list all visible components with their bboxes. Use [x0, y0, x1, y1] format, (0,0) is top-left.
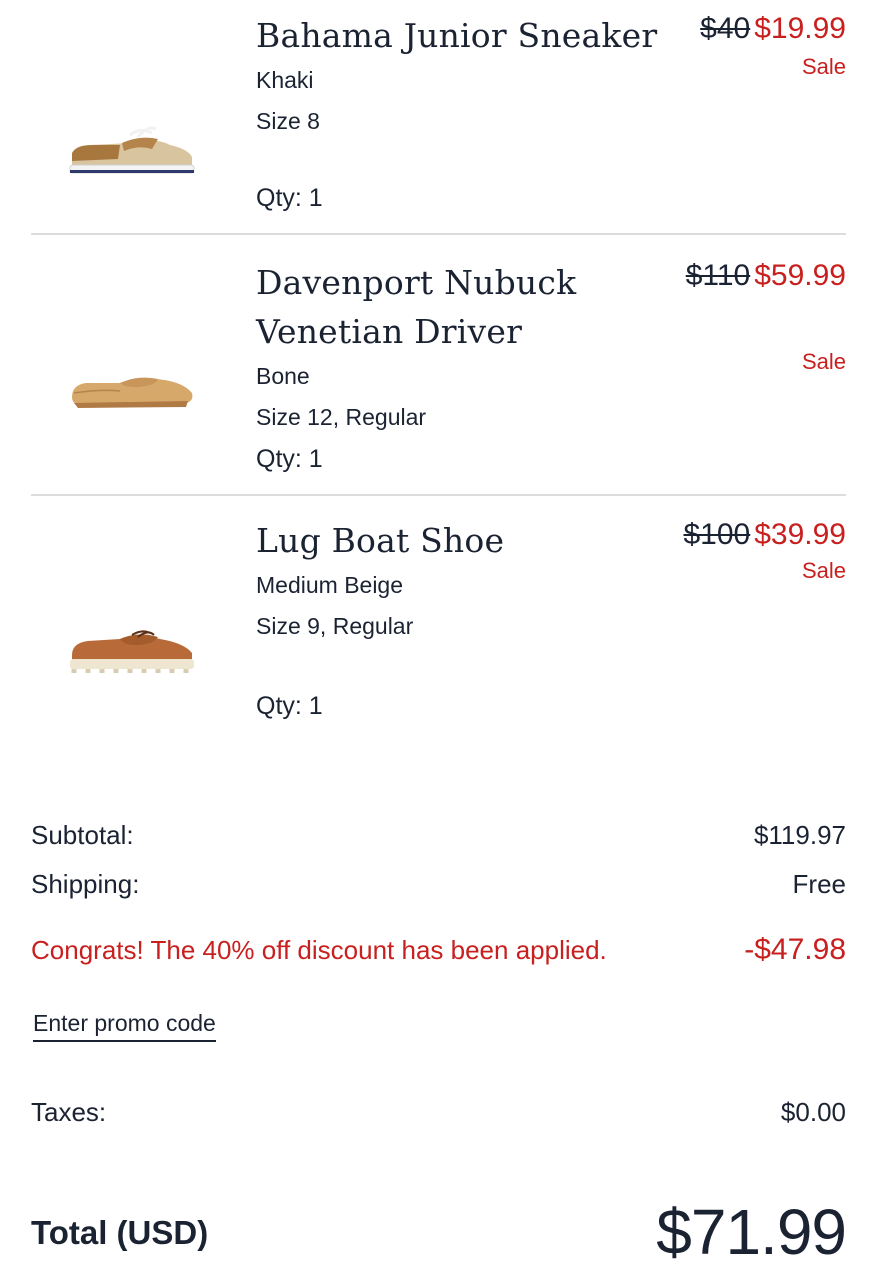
- product-name[interactable]: Bahama Junior Sneaker: [256, 11, 657, 60]
- product-name-line2[interactable]: Venetian Driver: [256, 307, 576, 356]
- item-info: Lug Boat Shoe Medium Beige Size 9, Regul…: [256, 516, 504, 647]
- cart-items-list: Bahama Junior Sneaker Khaki Size 8 Qty: …: [0, 0, 877, 766]
- product-size: Size 8: [256, 108, 320, 134]
- product-name[interactable]: Davenport Nubuck: [256, 258, 576, 307]
- shipping-label: Shipping:: [31, 869, 140, 899]
- boat-sneaker-shoe-icon: [69, 126, 195, 174]
- original-price: $110: [685, 259, 751, 292]
- taxes-value: $0.00: [780, 1097, 846, 1127]
- total-value: $71.99: [656, 1196, 847, 1268]
- product-quantity[interactable]: Qty: 1: [256, 445, 323, 474]
- product-quantity[interactable]: Qty: 1: [256, 692, 323, 721]
- sale-price: $59.99: [754, 259, 846, 292]
- product-name[interactable]: Lug Boat Shoe: [256, 516, 504, 565]
- product-size: Size 9, Regular: [256, 613, 414, 639]
- loafer-driver-shoe-icon: [72, 377, 193, 408]
- item-info: Bahama Junior Sneaker Khaki Size 8: [256, 11, 657, 142]
- total-label: Total (USD): [31, 1214, 209, 1251]
- item-info: Davenport Nubuck Venetian Driver Bone Si…: [256, 258, 576, 438]
- subtotal-value: $119.97: [753, 820, 846, 850]
- cart-item: Bahama Junior Sneaker Khaki Size 8 Qty: …: [0, 0, 877, 235]
- lug-boat-shoe-icon: [70, 630, 194, 673]
- product-size: Size 12, Regular: [256, 404, 427, 430]
- product-quantity[interactable]: Qty: 1: [256, 184, 323, 213]
- original-price: $40: [700, 12, 751, 45]
- sale-badge: Sale: [801, 349, 846, 374]
- price-block: $100 $39.99: [683, 518, 846, 552]
- product-image[interactable]: [60, 353, 205, 423]
- price-block: $110 $59.99: [686, 259, 846, 293]
- subtotal-label: Subtotal:: [31, 820, 134, 850]
- sale-price: $39.99: [754, 518, 846, 551]
- original-price: $100: [683, 518, 751, 551]
- cart-item: Lug Boat Shoe Medium Beige Size 9, Regul…: [0, 496, 877, 766]
- product-color: Bone: [256, 363, 310, 389]
- product-color: Khaki: [256, 67, 314, 93]
- price-block: $40 $19.99: [700, 12, 846, 46]
- product-image[interactable]: [60, 611, 205, 681]
- cart-item: Davenport Nubuck Venetian Driver Bone Si…: [0, 235, 877, 496]
- sale-price: $19.99: [754, 12, 846, 45]
- discount-value: -$47.98: [744, 933, 846, 966]
- sale-badge: Sale: [801, 54, 846, 79]
- discount-message: Congrats! The 40% off discount has been …: [31, 935, 607, 965]
- product-image[interactable]: [60, 115, 205, 185]
- taxes-label: Taxes:: [31, 1097, 107, 1127]
- sale-badge: Sale: [801, 558, 846, 583]
- product-color: Medium Beige: [256, 572, 404, 598]
- shipping-value: Free: [792, 869, 846, 899]
- enter-promo-code-link[interactable]: Enter promo code: [33, 1010, 216, 1042]
